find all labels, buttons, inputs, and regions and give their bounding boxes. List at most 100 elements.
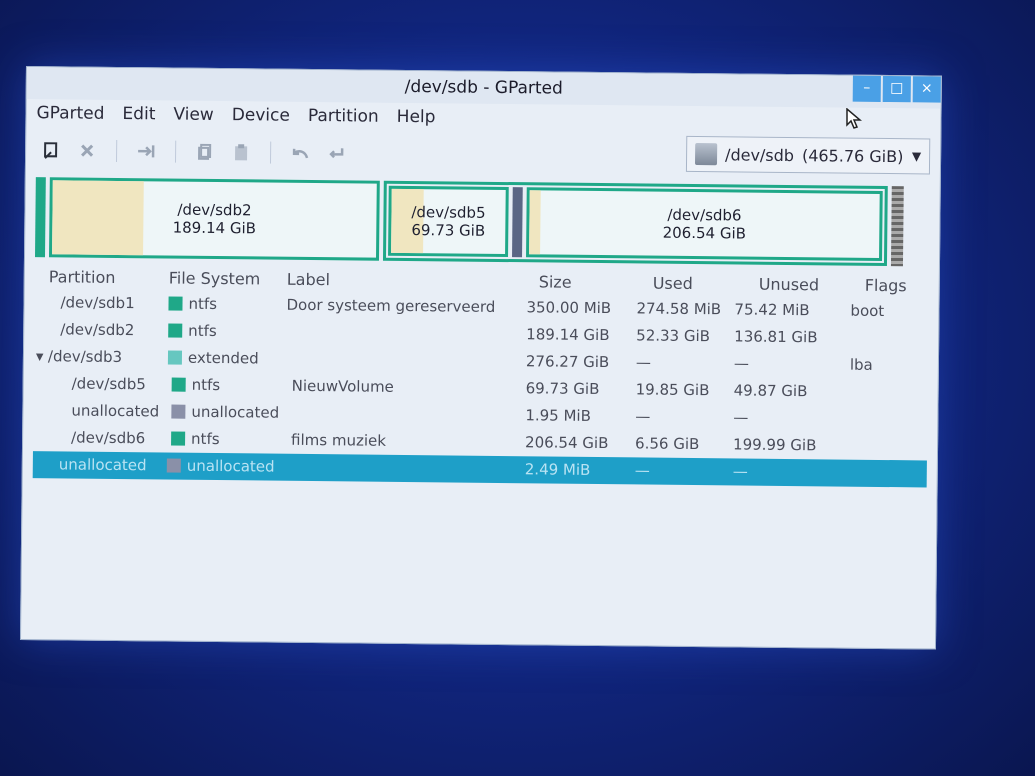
menu-view[interactable]: View bbox=[173, 105, 214, 125]
disk-segment-unallocated[interactable] bbox=[512, 187, 523, 258]
window-title: /dev/sdb - GParted bbox=[404, 76, 563, 99]
partition-unused: 49.87 GiB bbox=[733, 381, 808, 401]
fs-color-swatch bbox=[171, 431, 186, 446]
fs-color-swatch bbox=[171, 404, 186, 419]
file-system-name: ntfs bbox=[191, 375, 221, 395]
harddisk-icon bbox=[694, 143, 718, 166]
fs-color-swatch bbox=[168, 296, 183, 311]
file-system-name: ntfs bbox=[188, 321, 217, 341]
device-selector[interactable]: /dev/sdb (465.76 GiB) ▼ bbox=[685, 135, 931, 175]
column-used[interactable]: Used bbox=[653, 274, 693, 293]
title-bar[interactable]: /dev/sdb - GParted – □ × bbox=[26, 67, 941, 109]
fs-color-swatch bbox=[168, 323, 183, 338]
toolbar-separator bbox=[174, 140, 177, 163]
partition-used: — bbox=[635, 353, 652, 372]
delete-button[interactable] bbox=[72, 136, 102, 164]
undo-button[interactable] bbox=[285, 139, 315, 167]
segment-size: 189.14 GiB bbox=[172, 218, 257, 238]
partition-size: 276.27 GiB bbox=[525, 352, 610, 372]
file-system-cell: ntfs bbox=[171, 429, 220, 449]
file-system-name: unallocated bbox=[186, 456, 275, 476]
partition-unused: 75.42 MiB bbox=[734, 300, 810, 320]
disk-map: /dev/sdb2 189.14 GiB /dev/sdb5 69.73 GiB… bbox=[34, 177, 930, 267]
partition-used: 19.85 GiB bbox=[635, 380, 710, 400]
partition-unused: — bbox=[733, 408, 749, 427]
toolbar-separator bbox=[269, 141, 272, 164]
disk-segment-sdb5[interactable]: /dev/sdb5 69.73 GiB bbox=[388, 185, 509, 258]
partition-flags: boot bbox=[850, 301, 885, 321]
gparted-window: /dev/sdb - GParted – □ × GParted Edit Vi… bbox=[19, 66, 942, 650]
file-system-name: ntfs bbox=[191, 429, 220, 449]
expander-arrow-icon[interactable]: ▾ bbox=[36, 347, 44, 365]
menu-edit[interactable]: Edit bbox=[122, 104, 155, 124]
copy-button[interactable] bbox=[190, 138, 220, 166]
partition-label: Door systeem gereserveerd bbox=[286, 295, 496, 316]
fs-color-swatch bbox=[166, 458, 181, 473]
maximize-button[interactable]: □ bbox=[882, 75, 911, 103]
partition-name: unallocated bbox=[71, 401, 160, 421]
file-system-cell: ntfs bbox=[171, 375, 221, 395]
partition-used: 6.56 GiB bbox=[634, 434, 700, 454]
partition-size: 2.49 MiB bbox=[524, 460, 591, 479]
disk-segment-sdb6[interactable]: /dev/sdb6 206.54 GiB bbox=[526, 187, 883, 261]
resize-move-button[interactable] bbox=[131, 137, 161, 165]
file-system-cell: ntfs bbox=[168, 294, 218, 314]
dropdown-arrow-icon: ▼ bbox=[911, 149, 922, 164]
close-button[interactable]: × bbox=[912, 76, 941, 103]
file-system-cell: ntfs bbox=[168, 321, 217, 341]
partition-unused: 136.81 GiB bbox=[734, 327, 818, 347]
window-controls: – □ × bbox=[851, 75, 941, 105]
column-flags[interactable]: Flags bbox=[865, 276, 907, 295]
file-system-cell: extended bbox=[167, 349, 259, 367]
menu-device[interactable]: Device bbox=[232, 105, 290, 126]
paste-icon bbox=[235, 144, 248, 161]
partition-name: /dev/sdb1 bbox=[60, 293, 135, 313]
disk-segment-sdb2[interactable]: /dev/sdb2 189.14 GiB bbox=[48, 177, 380, 261]
menu-help[interactable]: Help bbox=[397, 107, 436, 127]
partition-size: 350.00 MiB bbox=[526, 298, 612, 318]
undo-icon bbox=[292, 148, 309, 159]
partition-flags: lba bbox=[849, 355, 873, 374]
partition-size: 1.95 MiB bbox=[525, 406, 592, 425]
column-size[interactable]: Size bbox=[539, 272, 572, 291]
partition-label: NieuwVolume bbox=[291, 376, 394, 396]
menu-bar: GParted Edit View Device Partition Help bbox=[36, 103, 435, 127]
apply-button[interactable] bbox=[321, 139, 351, 167]
resize-icon bbox=[138, 145, 155, 158]
menu-gparted[interactable]: GParted bbox=[36, 103, 104, 124]
device-size: (465.76 GiB) bbox=[801, 145, 904, 166]
column-partition[interactable]: Partition bbox=[49, 267, 116, 287]
fs-color-swatch bbox=[171, 377, 186, 392]
file-system-cell: unallocated bbox=[171, 403, 279, 422]
apply-icon bbox=[329, 148, 344, 159]
disk-segment-sdb3-extended[interactable]: /dev/sdb5 69.73 GiB /dev/sdb6 206.54 GiB bbox=[382, 180, 888, 267]
disk-segment-sdb1[interactable] bbox=[34, 177, 46, 258]
partition-unused: 199.99 GiB bbox=[732, 435, 817, 455]
toolbar-separator bbox=[116, 139, 118, 162]
segment-size: 69.73 GiB bbox=[411, 221, 486, 240]
partition-unused: — bbox=[733, 354, 750, 373]
delete-icon bbox=[81, 144, 94, 157]
partition-name: /dev/sdb2 bbox=[60, 320, 135, 340]
file-system-name: unallocated bbox=[191, 402, 280, 422]
segment-size: 206.54 GiB bbox=[662, 223, 747, 243]
partition-name: /dev/sdb5 bbox=[71, 374, 146, 394]
partition-used: 274.58 MiB bbox=[636, 299, 722, 319]
new-icon bbox=[44, 142, 58, 159]
column-file-system[interactable]: File System bbox=[169, 269, 261, 289]
copy-icon bbox=[198, 143, 212, 160]
new-partition-button[interactable] bbox=[36, 136, 66, 164]
file-system-cell: unallocated bbox=[166, 456, 275, 476]
partition-size: 206.54 GiB bbox=[524, 433, 609, 453]
partition-unused: — bbox=[732, 462, 748, 481]
segment-name: /dev/sdb6 bbox=[667, 205, 742, 225]
paste-button[interactable] bbox=[226, 138, 256, 166]
menu-partition[interactable]: Partition bbox=[308, 106, 379, 127]
file-system-name: ntfs bbox=[188, 294, 218, 314]
segment-name: /dev/sdb2 bbox=[177, 200, 252, 220]
column-label[interactable]: Label bbox=[287, 270, 330, 289]
disk-segment-unallocated-end[interactable] bbox=[890, 186, 904, 267]
minimize-button[interactable]: – bbox=[852, 75, 881, 102]
column-unused[interactable]: Unused bbox=[759, 275, 820, 295]
fs-color-swatch bbox=[167, 350, 183, 365]
